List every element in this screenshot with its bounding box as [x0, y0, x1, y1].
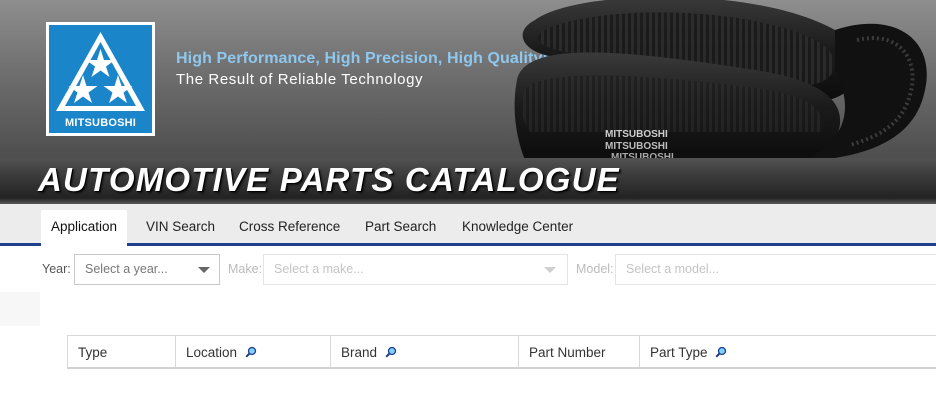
chevron-down-icon [544, 267, 556, 273]
column-header-label: Brand [341, 345, 378, 360]
side-panel-edge [0, 292, 40, 326]
column-header-part-number[interactable]: Part Number [519, 336, 640, 367]
model-select[interactable]: Select a model... [615, 254, 936, 285]
model-label: Model: [576, 262, 614, 276]
column-header-label: Location [186, 345, 238, 360]
tagline-primary: High Performance, High Precision, High Q… [176, 50, 548, 67]
column-header-label: Type [78, 345, 108, 360]
results-table-header: Type Location Brand Part Number Part Typ… [67, 335, 936, 369]
column-header-label: Part Number [529, 345, 606, 360]
magnifier-icon[interactable] [245, 346, 257, 358]
year-select-placeholder: Select a year... [85, 262, 168, 276]
logo-emblem: MITSUBOSHI [49, 25, 152, 133]
tab-knowledge-center[interactable]: Knowledge Center [452, 210, 583, 246]
make-select[interactable]: Select a make... [263, 254, 568, 285]
header-banner: MITSUBOSHI High Performance, High Precis… [0, 0, 936, 160]
mitsuboshi-logo[interactable]: MITSUBOSHI [46, 22, 155, 136]
year-select[interactable]: Select a year... [74, 254, 220, 285]
year-label: Year: [42, 262, 71, 276]
magnifier-icon[interactable] [385, 346, 397, 358]
column-header-part-type[interactable]: Part Type [640, 336, 936, 367]
tab-part-search[interactable]: Part Search [355, 210, 446, 246]
make-select-placeholder: Select a make... [274, 262, 364, 276]
make-label: Make: [228, 262, 263, 276]
logo-wordmark: MITSUBOSHI [64, 117, 137, 129]
column-header-label: Part Type [650, 345, 708, 360]
tab-vin-search[interactable]: VIN Search [136, 210, 225, 246]
belt-label-2: MITSUBOSHI [605, 141, 668, 152]
timing-belt-image: MITSUBOSHI MITSUBOSHI MITSUBOSHI [514, 0, 927, 160]
tab-cross-reference[interactable]: Cross Reference [229, 210, 350, 246]
column-header-brand[interactable]: Brand [331, 336, 519, 367]
catalogue-title-bar: AUTOMOTIVE PARTS CATALOGUE [0, 158, 936, 204]
model-select-placeholder: Select a model... [626, 262, 720, 276]
tagline-secondary: The Result of Reliable Technology [176, 71, 424, 88]
magnifier-icon[interactable] [715, 346, 727, 358]
chevron-down-icon [198, 267, 210, 273]
belt-label-1: MITSUBOSHI [605, 129, 668, 140]
main-nav: Application VIN Search Cross Reference P… [0, 204, 936, 246]
column-header-location[interactable]: Location [176, 336, 331, 367]
tab-application[interactable]: Application [41, 210, 128, 246]
page-title: AUTOMOTIVE PARTS CATALOGUE [38, 161, 620, 198]
column-header-type[interactable]: Type [68, 336, 176, 367]
